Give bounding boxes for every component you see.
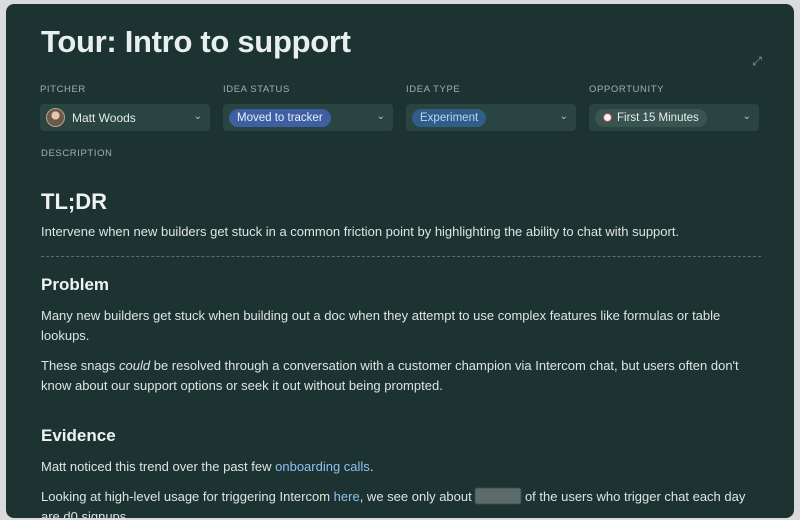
problem-paragraph-1: Many new builders get stuck when buildin… bbox=[41, 308, 721, 343]
idea-status-label: IDEA STATUS bbox=[223, 84, 290, 95]
chevron-down-icon: ⌄ bbox=[559, 111, 568, 122]
evidence-p1-end: . bbox=[369, 459, 374, 474]
opportunity-badge: First 15 Minutes bbox=[595, 108, 707, 127]
chevron-down-icon: ⌄ bbox=[376, 111, 385, 122]
problem-heading: Problem bbox=[41, 275, 110, 294]
chevron-down-icon: ⌄ bbox=[742, 111, 751, 122]
evidence-p2-start: Looking at high-level usage for triggeri… bbox=[41, 489, 334, 504]
pitcher-field: PITCHER Matt Woods ⌄ bbox=[40, 84, 210, 131]
evidence-paragraph-1: Matt noticed this trend over the past fe… bbox=[41, 457, 761, 477]
opportunity-label: OPPORTUNITY bbox=[589, 84, 665, 95]
idea-type-field: IDEA TYPE Experiment ⌄ bbox=[406, 84, 576, 131]
pitcher-label: PITCHER bbox=[40, 84, 86, 95]
description-label: DESCRIPTION bbox=[41, 148, 113, 159]
onboarding-calls-link[interactable]: onboarding calls bbox=[275, 459, 370, 474]
opportunity-value: First 15 Minutes bbox=[617, 111, 699, 124]
expand-icon[interactable]: ⤢ bbox=[750, 54, 764, 68]
idea-status-select[interactable]: Moved to tracker ⌄ bbox=[223, 104, 393, 131]
idea-status-field: IDEA STATUS Moved to tracker ⌄ bbox=[223, 84, 393, 131]
pitcher-select[interactable]: Matt Woods ⌄ bbox=[40, 104, 210, 131]
type-badge: Experiment bbox=[412, 108, 487, 127]
problem-paragraph-2: These snags could be resolved through a … bbox=[41, 356, 761, 396]
opportunity-select[interactable]: First 15 Minutes ⌄ bbox=[589, 104, 759, 131]
avatar bbox=[46, 108, 65, 127]
status-badge: Moved to tracker bbox=[229, 108, 331, 127]
problem-p2-emphasis: could bbox=[119, 358, 151, 373]
idea-type-select[interactable]: Experiment ⌄ bbox=[406, 104, 576, 131]
evidence-heading: Evidence bbox=[41, 426, 116, 445]
evidence-p2-mid: , we see only about bbox=[359, 489, 476, 504]
evidence-paragraph-2: Looking at high-level usage for triggeri… bbox=[41, 487, 761, 518]
clock-icon bbox=[603, 113, 612, 122]
tldr-text: Intervene when new builders get stuck in… bbox=[41, 224, 680, 239]
problem-p2-start: These snags bbox=[41, 358, 120, 373]
divider bbox=[41, 256, 761, 258]
chevron-down-icon: ⌄ bbox=[193, 111, 202, 122]
page-title: Tour: Intro to support bbox=[41, 24, 351, 59]
redacted-value bbox=[475, 488, 522, 504]
idea-card: Tour: Intro to support ⤢ PITCHER Matt Wo… bbox=[6, 4, 794, 518]
evidence-p1-start: Matt noticed this trend over the past fe… bbox=[41, 459, 276, 474]
opportunity-field: OPPORTUNITY First 15 Minutes ⌄ bbox=[589, 84, 759, 131]
pitcher-value: Matt Woods bbox=[72, 110, 136, 125]
idea-type-label: IDEA TYPE bbox=[406, 84, 461, 95]
here-link[interactable]: here bbox=[334, 489, 360, 504]
tldr-heading: TL;DR bbox=[41, 189, 107, 214]
